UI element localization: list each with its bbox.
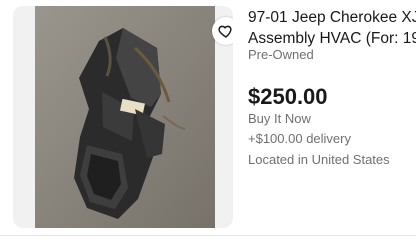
listing-image-container[interactable] (13, 6, 233, 228)
listing-title-line-2: Assembly HVAC (For: 1999 (248, 30, 416, 47)
price-label: $250.00 (248, 84, 328, 109)
heart-icon (218, 25, 232, 38)
item-location-label: Located in United States (248, 152, 390, 167)
condition-label: Pre-Owned (248, 47, 314, 62)
listing-card[interactable]: 97-01 Jeep Cherokee XJ N Assembly HVAC (… (0, 0, 416, 240)
listing-photo[interactable] (35, 6, 215, 228)
listing-title-link[interactable]: 97-01 Jeep Cherokee XJ N Assembly HVAC (… (248, 7, 416, 49)
buy-format-label: Buy It Now (248, 111, 311, 126)
hvac-assembly-photo (35, 6, 215, 228)
watch-button[interactable] (212, 17, 233, 45)
shipping-cost-label: +$100.00 delivery (248, 131, 351, 146)
listing-title-line-1: 97-01 Jeep Cherokee XJ N (248, 9, 416, 26)
card-divider (0, 235, 416, 236)
